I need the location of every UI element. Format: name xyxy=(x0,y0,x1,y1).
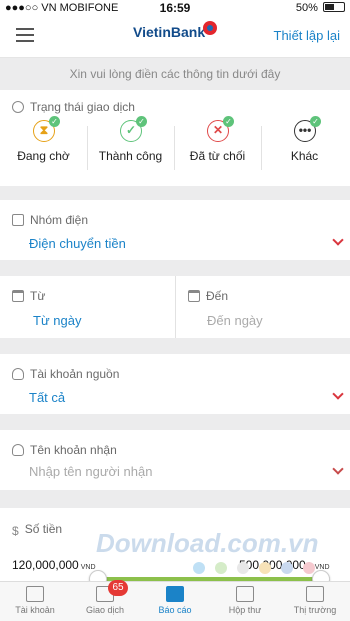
watermark-dot xyxy=(281,562,293,574)
recipient-input[interactable]: Nhập tên người nhận xyxy=(29,464,152,479)
to-label: Đến xyxy=(188,289,228,303)
dollar-icon: $ xyxy=(12,524,19,538)
date-divider xyxy=(175,276,176,338)
chevron-down-icon[interactable] xyxy=(332,388,344,400)
reset-button[interactable]: Thiết lập lại xyxy=(274,28,340,43)
bottom-tab-bar: Tài khoản Giao dịch 65 Báo cáo Hộp thư Thị tr… xyxy=(0,580,350,621)
tab-2[interactable]: Báo cáo xyxy=(140,582,210,621)
app-header: VietinBank Thiết lập lại xyxy=(0,18,350,58)
transaction-status-label: Trạng thái giao dịch xyxy=(12,100,135,114)
status-divider xyxy=(87,126,88,170)
status-filter-1[interactable]: ✓ ✓ Thành công xyxy=(87,116,174,168)
group-section[interactable]: Nhóm điện Điện chuyển tiền xyxy=(0,200,350,260)
mail-icon xyxy=(236,586,254,602)
watermark-dot xyxy=(303,562,315,574)
instruction-text: Xin vui lòng điền các thông tin dưới đây xyxy=(69,67,281,81)
transaction-status-section: Trạng thái giao dịch ⧗ ✓ Đang chờ ✓ ✓ Thành c… xyxy=(0,90,350,186)
status-filter-3[interactable]: ••• ✓ Khác xyxy=(261,116,348,168)
selected-check-icon: ✓ xyxy=(223,116,234,127)
status-filter-2[interactable]: ✕ ✓ Đã từ chối xyxy=(174,116,261,168)
clock-icon xyxy=(12,101,24,113)
watermark: Download.com.vn xyxy=(96,528,319,558)
tab-3[interactable]: Hộp thư xyxy=(210,582,280,621)
chevron-down-icon[interactable] xyxy=(332,463,344,475)
tab-0[interactable]: Tài khoản xyxy=(0,582,70,621)
from-label: Từ xyxy=(12,289,45,303)
vietinbank-logo: VietinBank xyxy=(133,24,206,40)
amount-label: $ Số tiền xyxy=(12,522,63,538)
group-label: Nhóm điện xyxy=(12,213,88,227)
recipient-section[interactable]: Tên khoản nhận Nhập tên người nhận xyxy=(0,430,350,490)
watermark-dot xyxy=(259,562,271,574)
watermark-dot xyxy=(193,562,205,574)
date-range-section: Từ Từ ngày Đến Đến ngày xyxy=(0,276,350,338)
person-icon xyxy=(12,368,24,380)
market-chart-icon xyxy=(306,586,324,602)
battery-indicator: 50% xyxy=(296,2,345,14)
watermark-dot xyxy=(237,562,249,574)
calendar-icon xyxy=(188,290,200,302)
chevron-down-icon[interactable] xyxy=(332,234,344,246)
tab-4[interactable]: Thị trường xyxy=(280,582,350,621)
from-date-field[interactable]: Từ ngày xyxy=(33,313,81,328)
battery-icon xyxy=(323,2,345,12)
source-account-label: Tài khoản nguồn xyxy=(12,367,119,381)
selected-check-icon: ✓ xyxy=(49,116,60,127)
status-divider xyxy=(261,126,262,170)
calendar-icon xyxy=(12,290,24,302)
hamburger-menu-icon[interactable] xyxy=(16,28,34,44)
status-filter-label: Đã từ chối xyxy=(189,149,246,163)
source-account-value[interactable]: Tất cả xyxy=(29,390,65,405)
tab-label: Giao dịch xyxy=(85,605,125,615)
notification-badge: 65 xyxy=(108,580,128,596)
group-value[interactable]: Điện chuyển tiền xyxy=(29,236,126,251)
vietinbank-logo-icon xyxy=(203,21,217,35)
document-icon xyxy=(12,214,24,226)
wallet-icon xyxy=(26,586,44,602)
source-account-section[interactable]: Tài khoản nguồn Tất cả xyxy=(0,354,350,414)
report-icon xyxy=(166,586,184,602)
status-filter-label: Khác xyxy=(290,149,319,163)
selected-check-icon: ✓ xyxy=(310,116,321,127)
watermark-dot xyxy=(215,562,227,574)
selected-check-icon: ✓ xyxy=(136,116,147,127)
status-bar: ●●●○○ VN MOBIFONE 16:59 50% xyxy=(0,0,350,18)
person-icon xyxy=(12,444,24,456)
tab-label: Hộp thư xyxy=(228,605,262,615)
recipient-label: Tên khoản nhận xyxy=(12,443,117,457)
to-date-field[interactable]: Đến ngày xyxy=(207,313,263,328)
status-filter-label: Thành công xyxy=(98,149,163,163)
tab-label: Báo cáo xyxy=(158,605,192,615)
status-divider xyxy=(174,126,175,170)
amount-min: 120,000,000 VND xyxy=(12,558,96,572)
status-filter-label: Đang chờ xyxy=(17,149,70,163)
tab-label: Thị trường xyxy=(293,605,337,615)
tab-label: Tài khoản xyxy=(15,605,55,615)
battery-percent: 50% xyxy=(295,2,318,14)
tab-1[interactable]: Giao dịch 65 xyxy=(70,580,140,621)
status-filter-0[interactable]: ⧗ ✓ Đang chờ xyxy=(0,116,87,168)
